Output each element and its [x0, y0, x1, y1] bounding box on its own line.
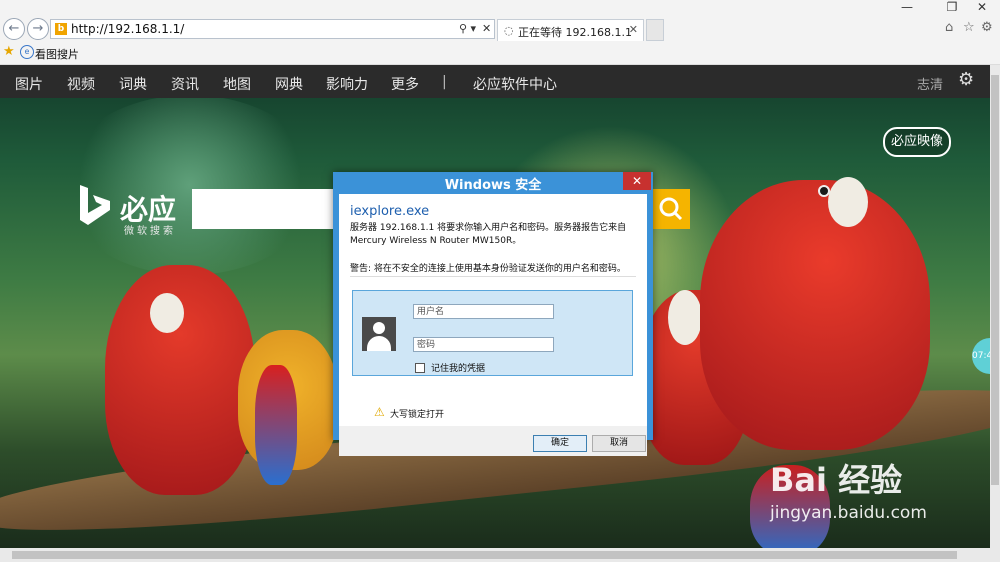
close-icon[interactable]: ✕	[623, 172, 651, 190]
minimize-icon[interactable]: —	[895, 0, 919, 14]
tab-title: 正在等待 192.168.1.1	[518, 26, 632, 39]
address-bar[interactable]: b http://192.168.1.1/ ⚲ ▾ ✕	[50, 19, 495, 39]
vertical-scrollbar[interactable]	[990, 65, 1000, 548]
tab-close-icon[interactable]: ✕	[629, 23, 638, 36]
watermark-brand: Bai 经验	[770, 461, 903, 499]
loading-icon: ◌	[504, 24, 514, 37]
warning-icon: ⚠	[374, 405, 385, 419]
new-tab-button[interactable]	[646, 19, 664, 41]
dialog-message: 服务器 192.168.1.1 将要求你输入用户名和密码。服务器报告它来自 Me…	[350, 223, 627, 246]
menu-item-more[interactable]: 更多	[391, 74, 419, 94]
menu-item-maps[interactable]: 地图	[223, 74, 251, 94]
ie-page-icon: e	[20, 45, 34, 59]
dialog-app-name: iexplore.exe	[350, 204, 430, 219]
user-login[interactable]: 志清	[917, 74, 943, 93]
parrot-image	[700, 180, 930, 450]
menu-item-software-center[interactable]: 必应软件中心	[473, 74, 557, 94]
parrot-beak	[668, 290, 702, 345]
watermark-url: jingyan.baidu.com	[770, 503, 927, 523]
ok-button[interactable]: 确定	[533, 435, 587, 452]
horizontal-scrollbar[interactable]	[0, 548, 1000, 562]
search-input[interactable]	[192, 189, 338, 229]
caps-lock-warning: 大写锁定打开	[390, 410, 445, 420]
home-icon[interactable]: ⌂	[945, 20, 953, 35]
site-favicon-icon: b	[55, 23, 67, 35]
settings-icon[interactable]: ⚙	[981, 20, 993, 35]
parrot-beak	[828, 177, 868, 227]
forward-button[interactable]: →	[27, 18, 49, 40]
tab-active[interactable]: ◌ 正在等待 192.168.1.1 ✕	[497, 19, 644, 41]
favorites-icon[interactable]: ☆	[963, 20, 975, 35]
username-field[interactable]: 用户名	[413, 304, 554, 319]
close-window-icon[interactable]: ✕	[970, 0, 994, 14]
cancel-button[interactable]: 取消	[592, 435, 646, 452]
menu-item-dictionary[interactable]: 词典	[119, 74, 147, 94]
search-magnifier-icon	[659, 197, 683, 221]
dialog-title: Windows 安全	[444, 178, 542, 193]
menu-item-influence[interactable]: 影响力	[326, 74, 368, 94]
divider	[350, 276, 636, 277]
favorites-bar: ★ e 看图搜片	[0, 42, 1000, 65]
dialog-warning: 警告: 将在不安全的连接上使用基本身份验证发送你的用户名和密码。	[350, 264, 626, 274]
parrot-image	[255, 365, 297, 485]
clock-widget: 07:49	[972, 338, 990, 374]
credential-tile[interactable]: 用户名 密码 记住我的凭据	[352, 290, 633, 376]
password-field[interactable]: 密码	[413, 337, 554, 352]
menu-item-images[interactable]: 图片	[15, 74, 43, 94]
scroll-thumb[interactable]	[991, 75, 999, 485]
dialog-body: iexplore.exe 服务器 192.168.1.1 将要求你输入用户名和密…	[339, 194, 647, 456]
remember-checkbox[interactable]	[415, 363, 425, 373]
scroll-thumb[interactable]	[12, 551, 957, 559]
windows-security-dialog: Windows 安全 ✕ iexplore.exe 服务器 192.168.1.…	[333, 172, 653, 456]
search-button[interactable]	[652, 189, 690, 229]
parrot-eye	[818, 185, 830, 197]
favorites-star-icon[interactable]: ★	[3, 44, 15, 59]
restore-icon[interactable]: ❐	[940, 0, 964, 14]
menu-item-video[interactable]: 视频	[67, 74, 95, 94]
bing-logo-icon	[80, 185, 110, 225]
menu-item-news[interactable]: 资讯	[171, 74, 199, 94]
favorite-item[interactable]: 看图搜片	[35, 46, 79, 62]
menu-separator: |	[442, 74, 447, 90]
bing-logo-subtitle: 微软搜索	[124, 226, 176, 237]
bing-image-button[interactable]: 必应映像	[883, 127, 951, 157]
bing-menu-bar: 图片 视频 词典 资讯 地图 网典 影响力 更多 | 必应软件中心 志清 ⚙	[0, 65, 990, 98]
remember-label: 记住我的凭据	[431, 364, 486, 374]
user-avatar-icon	[362, 317, 396, 351]
back-button[interactable]: ←	[3, 18, 25, 40]
search-icon[interactable]: ⚲ ▾	[459, 22, 476, 35]
address-url[interactable]: http://192.168.1.1/	[71, 22, 184, 36]
parrot-beak	[150, 293, 184, 333]
menu-item-webdict[interactable]: 网典	[275, 74, 303, 94]
baidu-watermark: Bai 经验 jingyan.baidu.com	[770, 455, 927, 523]
stop-icon[interactable]: ✕	[482, 22, 491, 35]
gear-icon[interactable]: ⚙	[958, 69, 974, 90]
